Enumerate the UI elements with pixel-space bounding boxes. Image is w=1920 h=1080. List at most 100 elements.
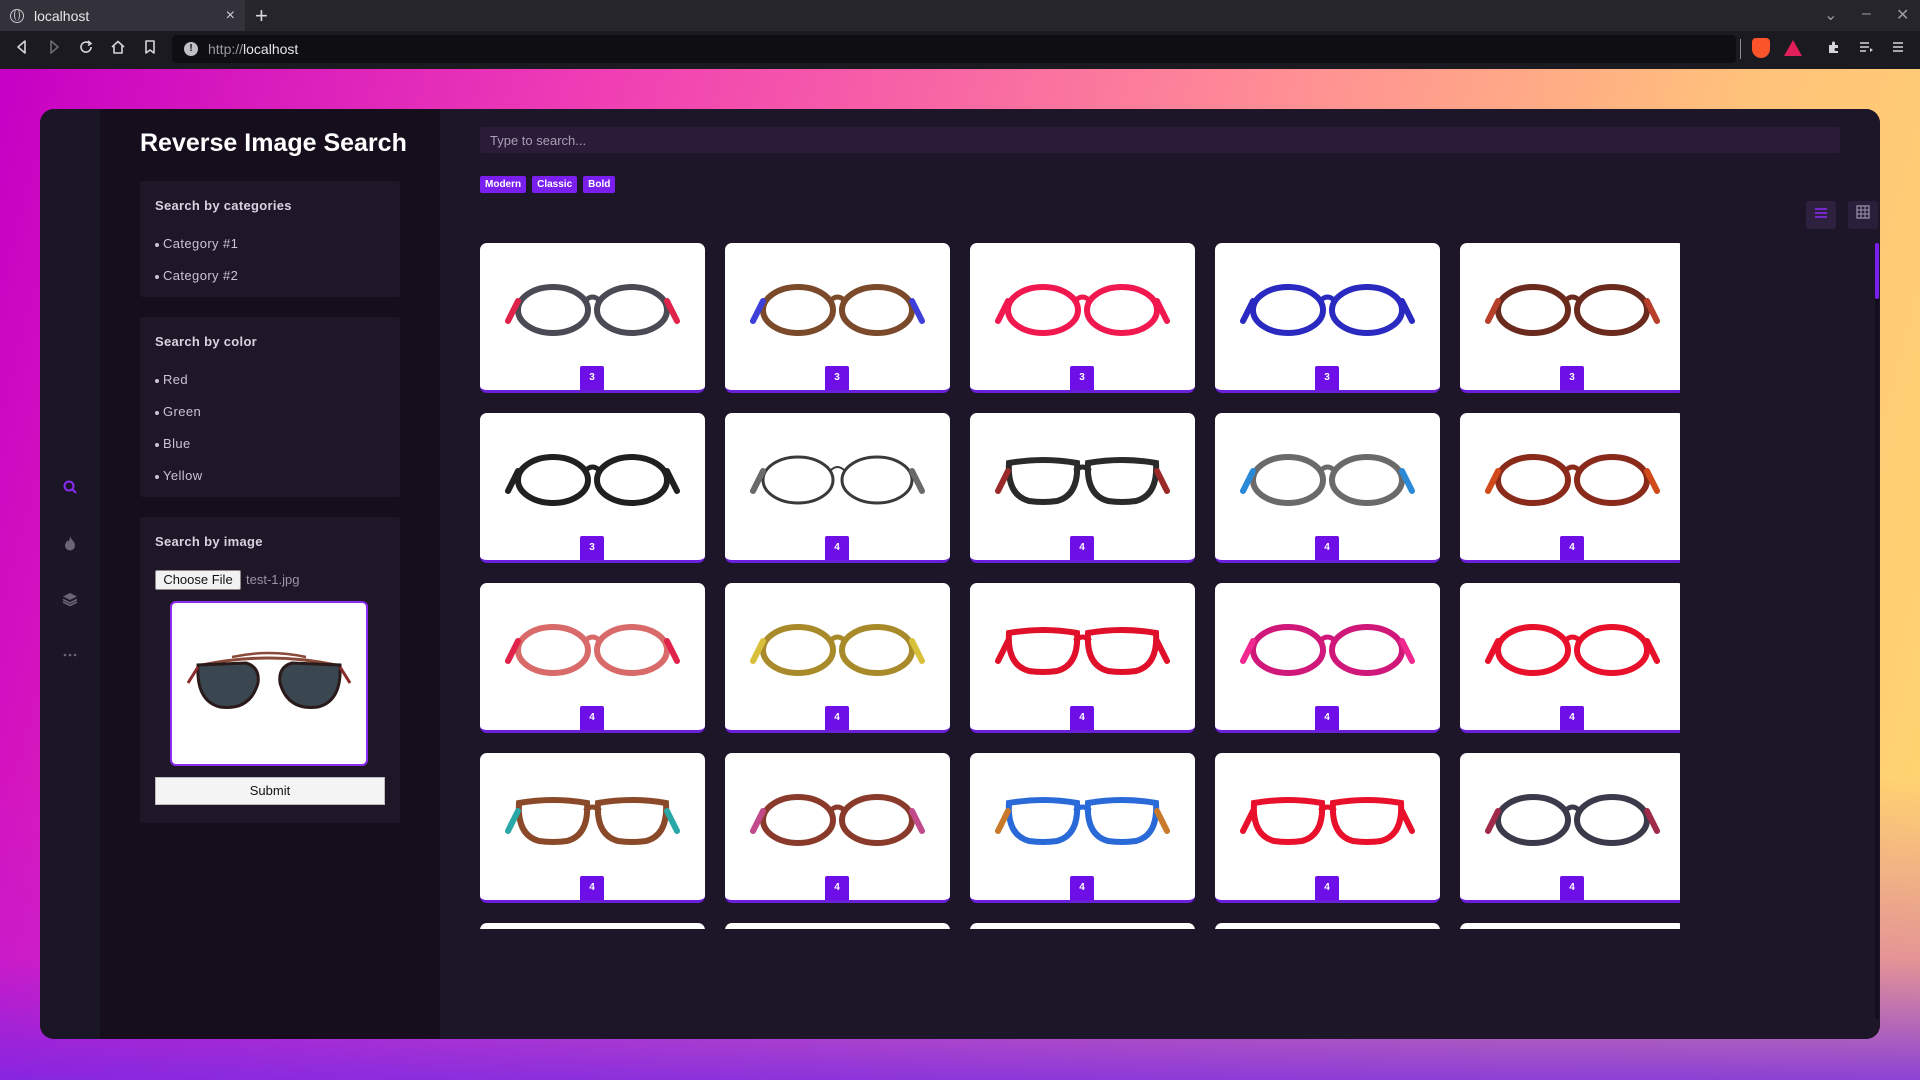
result-card[interactable]: 4 <box>1460 413 1680 563</box>
result-card[interactable]: 3 <box>1215 243 1440 393</box>
color-item-yellow[interactable]: Yellow <box>155 468 203 483</box>
bookmark-icon[interactable] <box>140 39 160 59</box>
search-icon[interactable] <box>58 479 82 503</box>
choose-file-button[interactable]: Choose File <box>155 570 241 590</box>
result-card[interactable]: 3 <box>480 413 705 563</box>
fire-icon[interactable] <box>58 535 82 559</box>
submit-button[interactable]: Submit <box>155 777 385 805</box>
result-card[interactable]: 4 <box>1215 583 1440 733</box>
search-input[interactable] <box>480 127 1840 153</box>
count-badge: 3 <box>580 536 604 560</box>
glasses-image <box>1240 454 1415 506</box>
count-badge: 3 <box>825 366 849 390</box>
tab-list-chevron-icon[interactable]: ⌄ <box>1824 5 1837 25</box>
tag-classic[interactable]: Classic <box>532 176 578 193</box>
forward-icon[interactable] <box>44 39 64 59</box>
glasses-image <box>995 627 1170 675</box>
selected-file-name: test-1.jpg <box>246 572 300 587</box>
glasses-image <box>1485 794 1660 846</box>
result-card[interactable]: 4 <box>480 753 705 903</box>
count-badge: 3 <box>1070 366 1094 390</box>
glasses-image <box>505 454 680 506</box>
list-view-button[interactable] <box>1806 201 1836 229</box>
browser-tab[interactable]: localhost × <box>0 0 245 31</box>
scrollbar-track[interactable] <box>1875 243 1879 1019</box>
color-panel: Search by color Red Green Blue Yellow <box>140 317 400 497</box>
tab-close-icon[interactable]: × <box>226 7 235 25</box>
count-badge: 4 <box>1560 536 1584 560</box>
bullet-icon <box>155 242 159 247</box>
bullet-icon <box>155 442 159 447</box>
result-card[interactable]: 4 <box>1460 753 1680 903</box>
filter-sidebar: Reverse Image Search Search by categorie… <box>100 109 440 1039</box>
result-card[interactable]: 4 <box>970 753 1195 903</box>
result-card[interactable]: 4 <box>970 413 1195 563</box>
results-area: Modern Classic Bold 3 3 3 3 3 3 4 4 4 4 4 4 4 4 4 4 4 4 4 4 <box>440 109 1880 1039</box>
count-badge: 4 <box>1070 706 1094 730</box>
result-card[interactable]: 4 <box>480 583 705 733</box>
result-card[interactable] <box>1460 923 1680 929</box>
results-grid: 3 3 3 3 3 3 4 4 4 4 4 4 4 4 4 4 4 4 4 4 <box>480 243 1680 929</box>
back-icon[interactable] <box>12 39 32 59</box>
result-card[interactable]: 4 <box>1215 413 1440 563</box>
count-badge: 4 <box>825 706 849 730</box>
browser-tab-bar: localhost × + ⌄ – ✕ <box>0 0 1920 31</box>
result-card[interactable]: 4 <box>725 413 950 563</box>
app-window: Reverse Image Search Search by categorie… <box>40 109 1880 1039</box>
color-title: Search by color <box>155 334 258 349</box>
glasses-image <box>750 284 925 336</box>
count-badge: 4 <box>825 876 849 900</box>
extensions-icon[interactable] <box>1824 39 1844 59</box>
menu-icon[interactable] <box>1888 39 1908 59</box>
count-badge: 4 <box>825 536 849 560</box>
result-card[interactable]: 4 <box>1460 583 1680 733</box>
result-card[interactable]: 3 <box>1460 243 1680 393</box>
count-badge: 3 <box>1560 366 1584 390</box>
more-icon[interactable] <box>58 647 82 671</box>
glasses-image <box>750 794 925 846</box>
bullet-icon <box>155 274 159 279</box>
address-bar[interactable]: ! http://localhost <box>172 35 1736 63</box>
home-icon[interactable] <box>108 39 128 59</box>
playlist-icon[interactable] <box>1856 39 1876 59</box>
result-card[interactable] <box>970 923 1195 929</box>
category-item[interactable]: Category #2 <box>155 268 238 283</box>
globe-icon <box>10 8 24 23</box>
glasses-image <box>995 797 1170 845</box>
site-info-icon[interactable]: ! <box>184 42 198 56</box>
result-card[interactable]: 4 <box>725 583 950 733</box>
result-card[interactable]: 3 <box>970 243 1195 393</box>
tag-modern[interactable]: Modern <box>480 176 527 193</box>
scrollbar-thumb[interactable] <box>1875 243 1879 299</box>
tag-list: Modern Classic Bold <box>480 176 616 193</box>
url-text: http://localhost <box>208 41 299 57</box>
color-item-green[interactable]: Green <box>155 404 201 419</box>
result-card[interactable] <box>1215 923 1440 929</box>
layers-icon[interactable] <box>58 591 82 615</box>
new-tab-button[interactable]: + <box>255 3 268 29</box>
glasses-image <box>1240 284 1415 336</box>
result-card[interactable]: 4 <box>1215 753 1440 903</box>
result-card[interactable] <box>725 923 950 929</box>
category-item[interactable]: Category #1 <box>155 236 238 251</box>
brave-rewards-icon[interactable] <box>1784 40 1802 56</box>
categories-title: Search by categories <box>155 198 292 213</box>
glasses-image <box>1485 454 1660 506</box>
count-badge: 4 <box>1315 536 1339 560</box>
count-badge: 4 <box>1560 876 1584 900</box>
reload-icon[interactable] <box>76 39 96 59</box>
result-card[interactable]: 3 <box>480 243 705 393</box>
count-badge: 3 <box>1315 366 1339 390</box>
brave-shields-icon[interactable] <box>1752 38 1770 58</box>
color-item-red[interactable]: Red <box>155 372 188 387</box>
grid-view-button[interactable] <box>1848 201 1878 229</box>
toolbar-divider <box>1740 39 1741 59</box>
close-window-icon[interactable]: ✕ <box>1896 5 1909 25</box>
tag-bold[interactable]: Bold <box>583 176 616 193</box>
result-card[interactable]: 4 <box>725 753 950 903</box>
minimize-icon[interactable]: – <box>1862 5 1871 23</box>
color-item-blue[interactable]: Blue <box>155 436 191 451</box>
result-card[interactable]: 3 <box>725 243 950 393</box>
result-card[interactable]: 4 <box>970 583 1195 733</box>
result-card[interactable] <box>480 923 705 929</box>
